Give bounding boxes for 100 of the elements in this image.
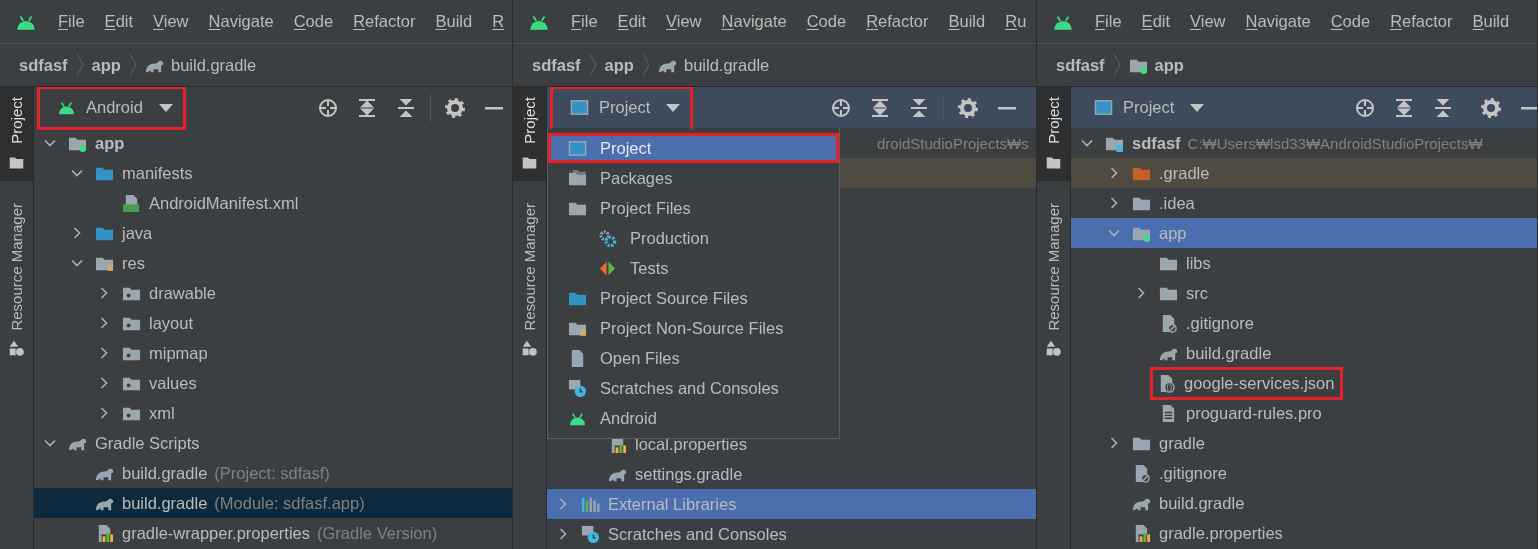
menu-item[interactable]: Build [435, 12, 473, 31]
locate-icon[interactable] [1355, 97, 1375, 118]
menu-option[interactable]: Packages [548, 163, 839, 193]
menu-option[interactable]: Project Source Files [548, 283, 839, 313]
chevron-icon[interactable] [1135, 287, 1147, 299]
chevron-icon[interactable] [44, 137, 56, 149]
tool-window-tab[interactable]: Project [1037, 87, 1070, 181]
tree-row[interactable]: gradle-wrapper.properties (Gradle Version) [34, 518, 512, 548]
collapse-all-icon[interactable] [396, 97, 416, 118]
menu-item[interactable]: Navigate [208, 12, 274, 31]
expand-all-icon[interactable] [357, 97, 377, 118]
tree-row[interactable]: layout [34, 308, 512, 338]
menu-item[interactable]: Code [806, 12, 847, 31]
menu-option[interactable]: Production [548, 223, 839, 253]
menu-item[interactable]: Code [1330, 12, 1371, 31]
tool-window-tab[interactable]: Project [0, 87, 33, 181]
chevron-icon[interactable] [71, 227, 83, 239]
tree-row[interactable]: xml [34, 398, 512, 428]
chevron-icon[interactable] [71, 257, 83, 269]
tree-row[interactable]: build.gradle [1071, 488, 1537, 518]
menu-item[interactable]: Navigate [1245, 12, 1311, 31]
tool-window-tab[interactable]: Resource Manager [513, 192, 546, 368]
tree-row[interactable]: java [34, 218, 512, 248]
chevron-icon[interactable] [557, 528, 569, 540]
menu-item[interactable]: Edit [1141, 12, 1171, 31]
menu-item[interactable]: File [571, 12, 598, 31]
tree-row[interactable]: .gradle [1071, 158, 1537, 188]
breadcrumb[interactable]: build.gradle [144, 55, 257, 75]
chevron-icon[interactable] [1108, 167, 1120, 179]
menu-item[interactable]: Refactor [353, 12, 416, 31]
tree-row[interactable]: drawable [34, 278, 512, 308]
tree-row[interactable]: app [34, 128, 512, 158]
view-selector[interactable]: Project [1074, 87, 1218, 130]
menu-item[interactable]: Ru [1005, 12, 1027, 31]
locate-icon[interactable] [318, 97, 338, 118]
chevron-icon[interactable] [98, 377, 110, 389]
menu-item[interactable]: Refactor [1390, 12, 1453, 31]
tool-window-tab[interactable]: Resource Manager [0, 192, 33, 368]
tool-window-tab[interactable]: Resource Manager [1037, 192, 1070, 368]
breadcrumb[interactable]: app [91, 55, 121, 75]
menu-item[interactable]: File [58, 12, 85, 31]
settings-icon[interactable] [958, 97, 978, 118]
tree-row[interactable]: Scratches and Consoles [547, 519, 1036, 549]
tree-row[interactable]: .idea [1071, 188, 1537, 218]
tool-window-tab[interactable]: Project [513, 87, 546, 181]
tree-row[interactable]: gradle [1071, 428, 1537, 458]
expand-all-icon[interactable] [1394, 97, 1414, 118]
tree-row[interactable]: proguard-rules.pro [1071, 398, 1537, 428]
chevron-icon[interactable] [98, 407, 110, 419]
tree-row[interactable]: build.gradle [1071, 338, 1537, 368]
menu-item[interactable]: R [492, 12, 505, 31]
menu-option[interactable]: Project [548, 133, 839, 163]
chevron-icon[interactable] [1081, 137, 1093, 149]
breadcrumb[interactable]: app [604, 55, 634, 75]
breadcrumb[interactable]: sdfasf [1056, 55, 1105, 75]
breadcrumb[interactable]: build.gradle [657, 55, 770, 75]
chevron-icon[interactable] [1108, 437, 1120, 449]
menu-item[interactable]: View [153, 12, 189, 31]
chevron-icon[interactable] [98, 347, 110, 359]
chevron-icon[interactable] [71, 167, 83, 179]
menu-item[interactable]: View [1190, 12, 1226, 31]
menu-item[interactable]: Edit [104, 12, 134, 31]
menu-option[interactable]: Android [548, 403, 839, 433]
chevron-icon[interactable] [98, 317, 110, 329]
breadcrumb[interactable]: app [1128, 55, 1184, 75]
tree-row[interactable]: manifests [34, 158, 512, 188]
settings-icon[interactable] [445, 97, 465, 118]
menu-item[interactable]: Build [1472, 12, 1510, 31]
expand-all-icon[interactable] [870, 97, 890, 118]
collapse-all-icon[interactable] [909, 97, 929, 118]
tree-row[interactable]: settings.gradle [547, 459, 1036, 489]
chevron-icon[interactable] [98, 287, 110, 299]
menu-item[interactable]: Refactor [866, 12, 929, 31]
menu-item[interactable]: File [1095, 12, 1122, 31]
tree-row[interactable]: res [34, 248, 512, 278]
chevron-icon[interactable] [1108, 197, 1120, 209]
tree-row[interactable]: gradle.properties [1071, 518, 1537, 548]
menu-item[interactable]: Build [948, 12, 986, 31]
menu-option[interactable]: Scratches and Consoles [548, 373, 839, 403]
menu-item[interactable]: Edit [617, 12, 647, 31]
settings-icon[interactable] [1481, 97, 1501, 118]
collapse-all-icon[interactable] [1433, 97, 1453, 118]
menu-item[interactable]: View [666, 12, 702, 31]
menu-item[interactable]: Code [293, 12, 334, 31]
tree-row[interactable]: AndroidManifest.xml [34, 188, 512, 218]
menu-option[interactable]: Project Non-Source Files [548, 313, 839, 343]
tree-row[interactable]: Gradle Scripts [34, 428, 512, 458]
tree-row[interactable]: google-services.json [1071, 368, 1537, 398]
breadcrumb[interactable]: sdfasf [532, 55, 581, 75]
locate-icon[interactable] [831, 97, 851, 118]
tree-row[interactable]: sdfasf C:₩Users₩lsd33₩AndroidStudioProjects₩ [1071, 128, 1537, 158]
tree-row[interactable]: src [1071, 278, 1537, 308]
breadcrumb[interactable]: sdfasf [19, 55, 68, 75]
tree-row[interactable]: build.gradle (Module: sdfasf.app) [34, 488, 512, 518]
tree-row[interactable]: mipmap [34, 338, 512, 368]
menu-option[interactable]: Project Files [548, 193, 839, 223]
tree-row[interactable]: .gitignore [1071, 308, 1537, 338]
tree-row[interactable]: build.gradle (Project: sdfasf) [34, 458, 512, 488]
menu-option[interactable]: Open Files [548, 343, 839, 373]
tree-row[interactable]: values [34, 368, 512, 398]
